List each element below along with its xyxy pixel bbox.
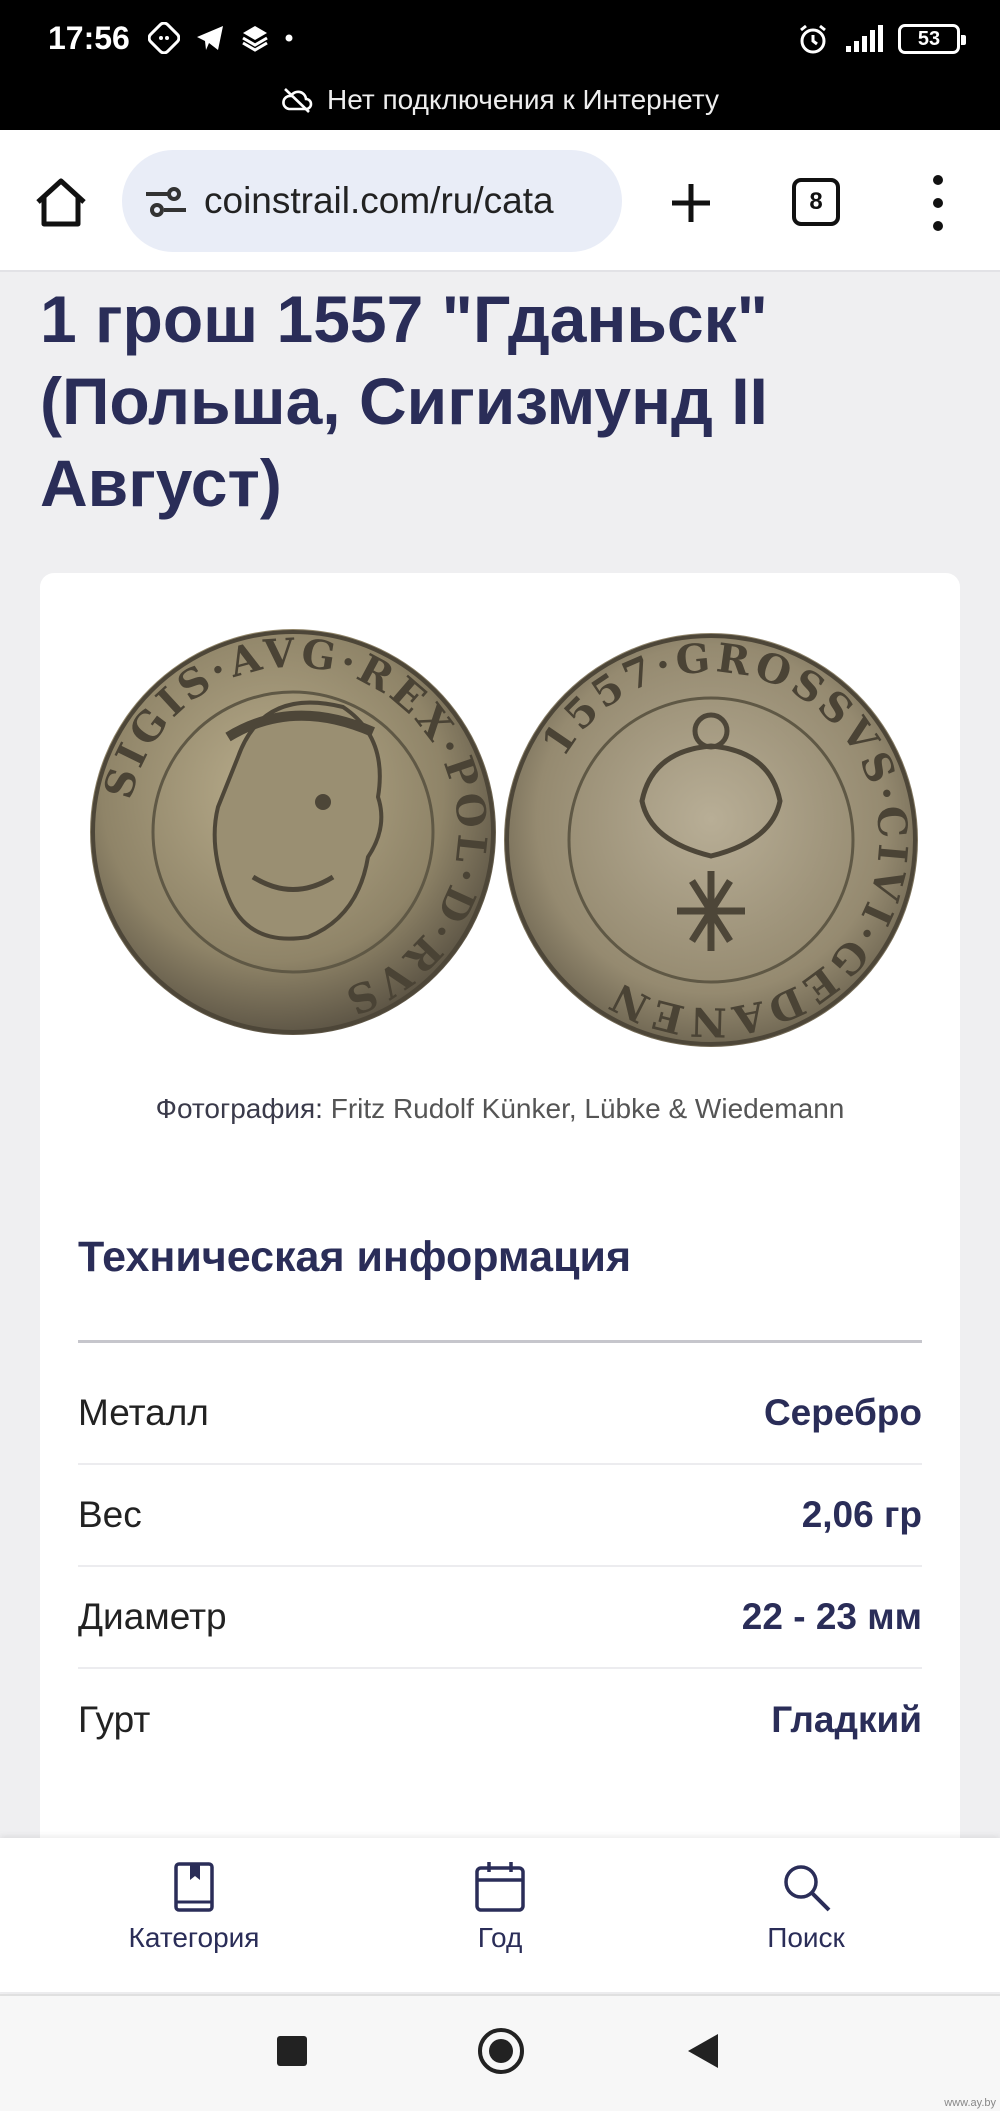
nav-search[interactable]: Поиск — [706, 1860, 906, 1954]
tab-switcher-button[interactable]: 8 — [792, 178, 840, 226]
spec-key: Металл — [78, 1392, 209, 1433]
coin-card: SIGIS·AVG·REX·POL·D·RVS 1557·GROSSVS·CIV… — [40, 573, 960, 1973]
tech-info-heading: Техническая информация — [78, 1233, 632, 1281]
spec-key: Вес — [78, 1494, 142, 1535]
home-button[interactable] — [478, 2028, 524, 2074]
watermark: www.ay.by — [944, 2097, 996, 2109]
spec-row-edge: Гурт Гладкий — [78, 1669, 922, 1771]
coin-reverse-image: 1557·GROSSVS·CIVI·GEDANEN — [504, 633, 918, 1047]
nav-year[interactable]: Год — [400, 1860, 600, 1954]
home-icon[interactable] — [30, 172, 92, 234]
more-dot-icon — [285, 34, 293, 42]
signal-icon — [846, 25, 883, 52]
more-menu-icon[interactable] — [918, 170, 958, 236]
spec-value: 2,06 гр — [801, 1494, 922, 1535]
calendar-icon — [475, 1862, 525, 1912]
new-tab-icon[interactable] — [660, 172, 722, 234]
site-settings-icon[interactable] — [144, 184, 188, 220]
alarm-icon — [800, 24, 826, 54]
notification-icons — [148, 22, 294, 54]
status-bar: 17:56 53 Нет подключения к Интернету — [0, 0, 1000, 130]
photo-caption-credit: Fritz Rudolf Künker, Lübke & Wiedemann — [330, 1093, 845, 1124]
url-text: coinstrail.com/ru/cata — [204, 180, 554, 221]
offline-text: Нет подключения к Интернету — [327, 84, 719, 115]
bottom-navigation: Категория Год Поиск — [0, 1838, 1000, 1992]
browser-toolbar: coinstrail.com/ru/cata 8 — [0, 130, 1000, 272]
spec-key: Диаметр — [78, 1596, 227, 1637]
spec-row-diameter: Диаметр 22 - 23 мм — [78, 1567, 922, 1669]
spec-key: Гурт — [78, 1699, 151, 1740]
address-bar[interactable]: coinstrail.com/ru/cata — [122, 150, 622, 252]
spec-value: Гладкий — [771, 1699, 922, 1740]
section-divider — [78, 1340, 922, 1343]
system-icons: 53 — [796, 22, 966, 56]
cloud-off-icon — [282, 88, 313, 113]
nav-year-label: Год — [477, 1922, 523, 1953]
bot-icon — [148, 22, 180, 54]
telegram-icon — [197, 26, 223, 50]
spec-value: Серебро — [763, 1392, 922, 1433]
page-title: 1 грош 1557 "Гданьск" (Польша, Сигизмунд… — [40, 282, 768, 520]
search-icon — [784, 1865, 831, 1912]
status-time: 17:56 — [48, 20, 130, 56]
coin-obverse-image: SIGIS·AVG·REX·POL·D·RVS — [90, 629, 496, 1035]
nav-search-label: Поиск — [767, 1922, 845, 1953]
nav-category[interactable]: Категория — [94, 1860, 294, 1954]
back-button[interactable] — [688, 2034, 718, 2068]
layers-icon — [242, 26, 268, 52]
battery-indicator: 53 — [898, 24, 966, 54]
offline-banner: Нет подключения к Интернету — [0, 84, 1000, 116]
book-icon — [174, 1862, 214, 1912]
spec-row-metal: Металл Серебро — [78, 1363, 922, 1465]
nav-category-label: Категория — [128, 1922, 260, 1953]
recents-button[interactable] — [277, 2036, 307, 2066]
spec-row-weight: Вес 2,06 гр — [78, 1465, 922, 1567]
photo-caption: Фотография: Fritz Rudolf Künker, Lübke &… — [40, 1093, 960, 1125]
photo-caption-label: Фотография: — [155, 1093, 323, 1124]
spec-value: 22 - 23 мм — [741, 1596, 922, 1637]
system-navigation-bar: www.ay.by — [0, 1994, 1000, 2111]
